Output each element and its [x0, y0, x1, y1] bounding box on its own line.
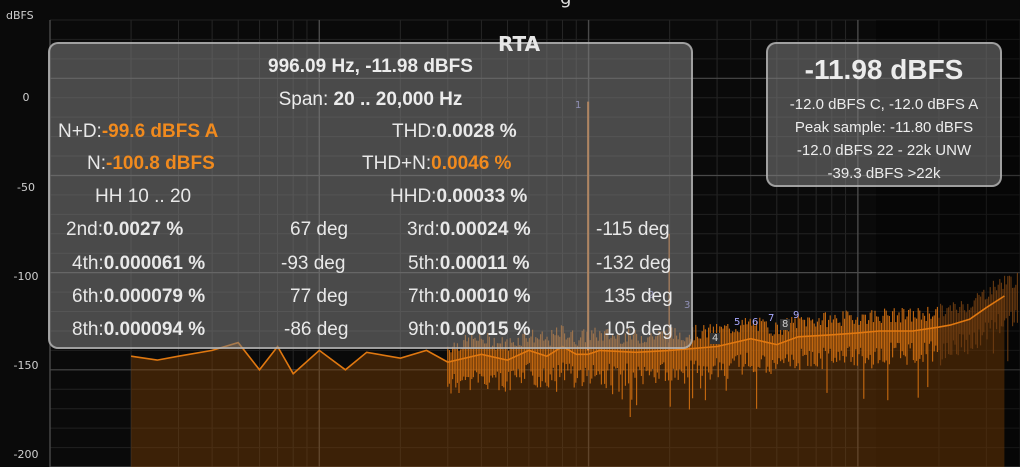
span-label: Span:	[278, 89, 334, 110]
harmonic-8th: 8th:0.000094 %	[72, 319, 205, 341]
harmonic-4th: 4th:0.000061 %	[72, 253, 205, 275]
harmonic-4th-phase: -93 deg	[281, 253, 346, 274]
thdn-label: THD+N:	[362, 153, 432, 174]
harmonic-4th-label: 4th:	[72, 253, 104, 274]
y-tick-minus150: -150	[13, 359, 39, 372]
level-unweighted: -12.0 dBFS 22 - 22k UNW	[796, 142, 972, 159]
harmonic-8th-label: 8th:	[72, 319, 104, 340]
nd-row: N+D:-99.6 dBFS A	[58, 121, 218, 143]
measurement-panel: 996.09 Hz, -11.98 dBFS Span: 20 .. 20,00…	[48, 42, 693, 349]
harmonic-3rd: 3rd:0.00024 %	[407, 219, 531, 241]
window-title-partial: g	[560, 0, 571, 9]
harmonic-6th-value: 0.000079 %	[103, 286, 206, 307]
thd-value: 0.0028 %	[436, 121, 517, 142]
n-value: -100.8 dBFS	[106, 153, 215, 174]
span-readout: Span: 20 .. 20,000 Hz	[50, 89, 691, 111]
y-tick-0: 0	[22, 91, 30, 104]
harmonic-marker-9: 9	[793, 310, 800, 321]
peak-sample: Peak sample: -11.80 dBFS	[794, 119, 974, 136]
thd-label: THD:	[392, 121, 437, 142]
harmonic-9th-value: 0.00015 %	[439, 319, 531, 340]
harmonic-2nd-phase: 67 deg	[290, 219, 349, 240]
harmonic-6th-phase: 77 deg	[290, 286, 349, 307]
thd-row: THD:0.0028 %	[392, 121, 517, 143]
harmonic-marker-6: 6	[752, 317, 759, 328]
harmonic-7th-label: 7th:	[408, 286, 440, 307]
freq-level-readout: 996.09 Hz, -11.98 dBFS	[268, 56, 473, 77]
harmonic-7th: 7th:0.00010 %	[408, 286, 531, 308]
harmonic-3rd-phase: -115 deg	[596, 219, 670, 240]
harmonic-2nd: 2nd:0.0027 %	[66, 219, 183, 241]
harmonic-8th-value: 0.000094 %	[103, 319, 206, 340]
level-weighted: -12.0 dBFS C, -12.0 dBFS A	[789, 96, 979, 113]
harmonic-5th-label: 5th:	[408, 253, 440, 274]
y-axis-unit: dBFS	[6, 9, 34, 22]
n-label: N:	[87, 153, 106, 174]
hhd-row: HHD:0.00033 %	[390, 186, 527, 208]
level-panel: -11.98 dBFS -12.0 dBFS C, -12.0 dBFS A P…	[766, 42, 1002, 187]
harmonic-6th-label: 6th:	[72, 286, 104, 307]
hhd-value: 0.00033 %	[436, 186, 528, 207]
harmonic-7th-value: 0.00010 %	[439, 286, 531, 307]
chart-title: RTA	[498, 32, 541, 56]
hhd-label: HHD:	[390, 186, 437, 207]
hh-range: HH 10 .. 20	[95, 186, 192, 207]
harmonic-9th-phase: 105 deg	[604, 319, 673, 340]
harmonic-9th: 9th:0.00015 %	[408, 319, 531, 341]
nd-label: N+D:	[58, 121, 102, 142]
y-tick-minus100: -100	[13, 270, 39, 283]
harmonic-4th-value: 0.000061 %	[103, 253, 206, 274]
level-big: -11.98 dBFS	[804, 54, 964, 85]
harmonic-9th-label: 9th:	[408, 319, 440, 340]
y-tick-minus200: -200	[13, 448, 39, 461]
level-above-22k: -39.3 dBFS >22k	[827, 165, 941, 182]
thdn-value: 0.0046 %	[431, 153, 512, 174]
harmonic-marker-5: 5	[734, 317, 741, 328]
harmonic-7th-phase: 135 deg	[604, 286, 673, 307]
harmonic-marker-8: 8	[780, 319, 791, 330]
y-tick-minus50: -50	[17, 181, 35, 194]
span-value: 20 .. 20,000 Hz	[333, 89, 463, 110]
harmonic-5th-value: 0.00011 %	[439, 253, 530, 274]
harmonic-5th: 5th:0.00011 %	[408, 253, 530, 275]
harmonic-6th: 6th:0.000079 %	[72, 286, 205, 308]
harmonic-5th-phase: -132 deg	[596, 253, 672, 274]
nd-value: -99.6 dBFS A	[101, 121, 219, 142]
harmonic-marker-7: 7	[768, 313, 775, 324]
harmonic-2nd-value: 0.0027 %	[102, 219, 184, 240]
n-row: N:-100.8 dBFS	[87, 153, 215, 175]
harmonic-3rd-value: 0.00024 %	[439, 219, 531, 240]
harmonic-2nd-label: 2nd:	[66, 219, 103, 240]
harmonic-8th-phase: -86 deg	[284, 319, 349, 340]
thdn-row: THD+N:0.0046 %	[362, 153, 511, 175]
harmonic-3rd-label: 3rd:	[407, 219, 440, 240]
harmonic-marker-4: 4	[710, 333, 721, 344]
